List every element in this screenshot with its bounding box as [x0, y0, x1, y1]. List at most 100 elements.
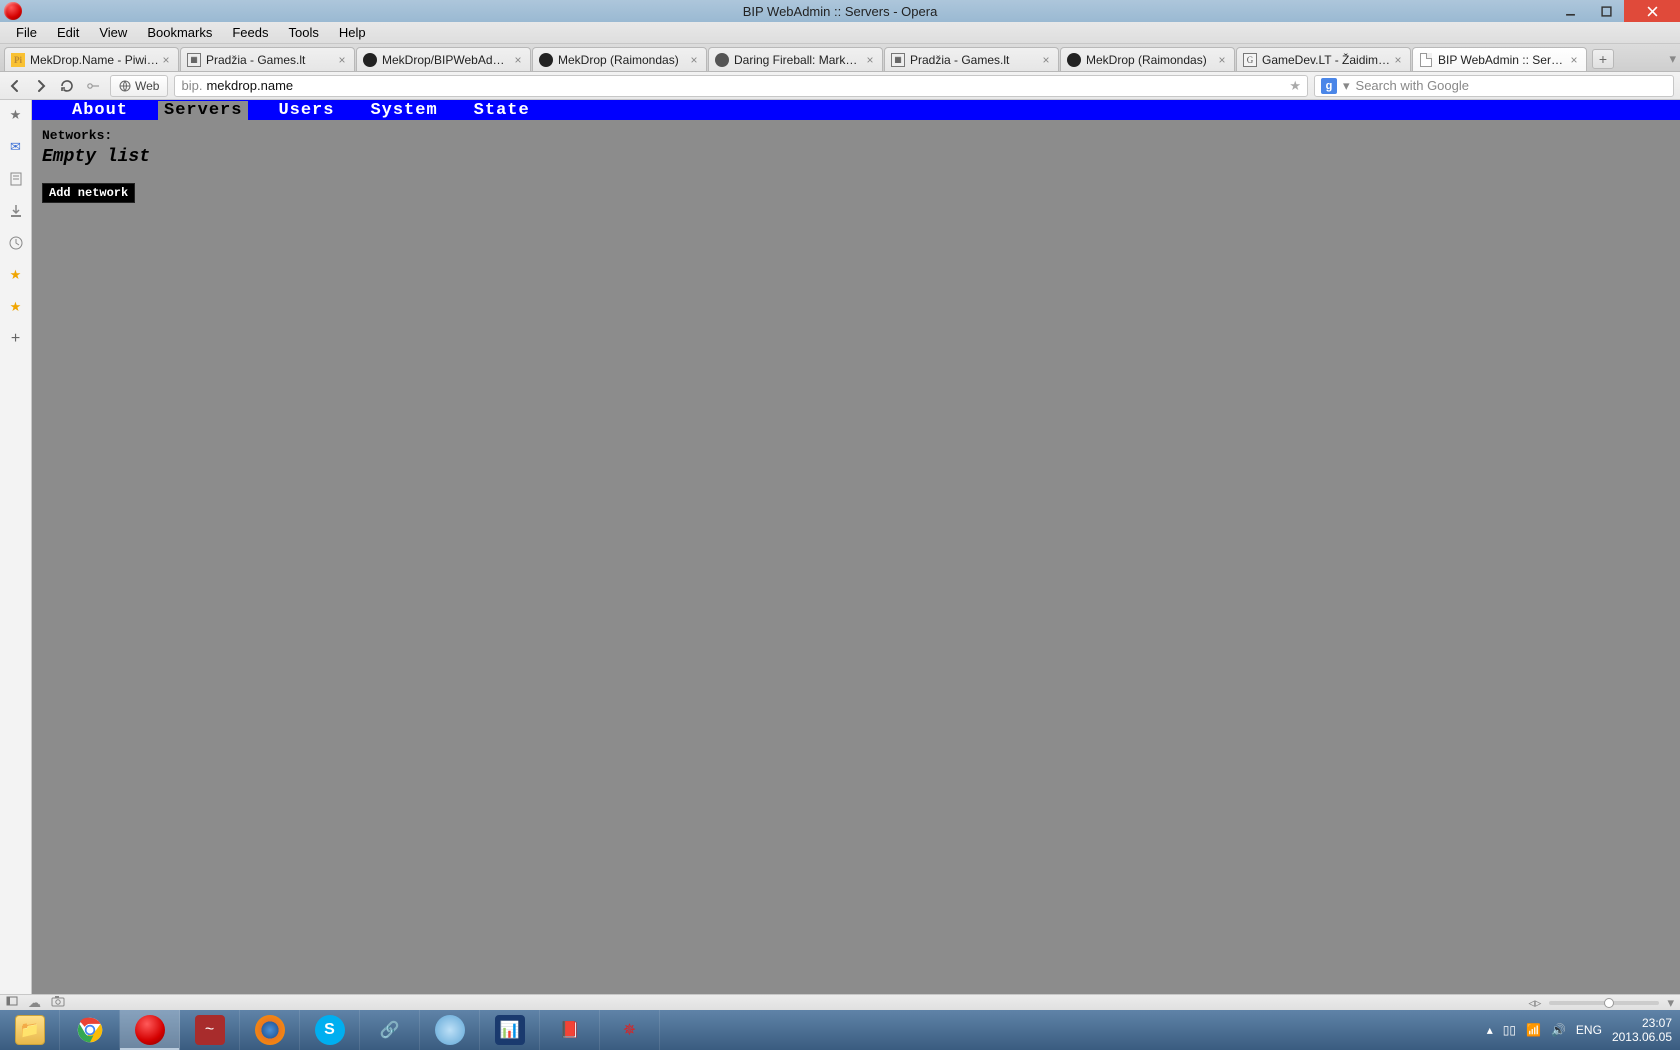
- task-opera[interactable]: [120, 1010, 180, 1050]
- menu-file[interactable]: File: [6, 23, 47, 42]
- tray-network-icon[interactable]: 📶: [1526, 1023, 1541, 1037]
- task-app4[interactable]: 📕: [540, 1010, 600, 1050]
- menu-feeds[interactable]: Feeds: [222, 23, 278, 42]
- panel-add-icon[interactable]: +: [7, 330, 25, 348]
- daringfireball-favicon-icon: [715, 53, 729, 67]
- window-maximize-button[interactable]: [1588, 0, 1624, 22]
- tab-gameslt-2[interactable]: ▦ Pradžia - Games.lt ×: [884, 47, 1059, 71]
- zoom-dropdown-icon[interactable]: ▾: [1667, 995, 1674, 1011]
- github-favicon-icon: [539, 53, 553, 67]
- tray-clock[interactable]: 23:07 2013.06.05: [1612, 1016, 1672, 1044]
- tabstrip: Pi MekDrop.Name - Piwik... × ▦ Pradžia -…: [0, 44, 1680, 72]
- task-firefox[interactable]: [240, 1010, 300, 1050]
- address-input[interactable]: bip. mekdrop.name ★: [174, 75, 1308, 97]
- new-tab-button[interactable]: +: [1592, 49, 1614, 69]
- tab-close-icon[interactable]: ×: [336, 54, 348, 66]
- back-button[interactable]: [6, 77, 24, 95]
- menu-help[interactable]: Help: [329, 23, 376, 42]
- bookmark-star-icon[interactable]: ★: [1289, 78, 1301, 94]
- panel-mail-icon[interactable]: ✉: [7, 138, 25, 156]
- panels-toggle-icon[interactable]: [6, 995, 18, 1010]
- tab-label: BIP WebAdmin :: Servers: [1438, 53, 1568, 67]
- window-title: BIP WebAdmin :: Servers - Opera: [743, 4, 938, 19]
- tab-close-icon[interactable]: ×: [1040, 54, 1052, 66]
- tray-volume-icon[interactable]: 🔊: [1551, 1023, 1566, 1037]
- menu-bookmarks[interactable]: Bookmarks: [137, 23, 222, 42]
- tray-overflow-icon[interactable]: ▴: [1487, 1023, 1493, 1037]
- tray-language[interactable]: ENG: [1576, 1023, 1602, 1037]
- google-engine-icon[interactable]: g: [1321, 78, 1337, 94]
- tray-flag-icon[interactable]: ▯▯: [1503, 1023, 1516, 1037]
- reload-button[interactable]: [58, 77, 76, 95]
- tab-piwik[interactable]: Pi MekDrop.Name - Piwik... ×: [4, 47, 179, 71]
- github-favicon-icon: [1067, 53, 1081, 67]
- gameslt-favicon-icon: ▦: [187, 53, 201, 67]
- tab-close-icon[interactable]: ×: [1392, 54, 1404, 66]
- task-app5[interactable]: ✵: [600, 1010, 660, 1050]
- camera-icon[interactable]: [51, 995, 65, 1010]
- site-info-label: Web: [135, 79, 159, 93]
- tab-close-icon[interactable]: ×: [1216, 54, 1228, 66]
- webpage: About Servers Users System State Network…: [32, 100, 1680, 1000]
- tab-close-icon[interactable]: ×: [512, 54, 524, 66]
- bip-nav-state[interactable]: State: [468, 101, 536, 120]
- system-tray: ▴ ▯▯ 📶 🔊 ENG 23:07 2013.06.05: [1479, 1010, 1680, 1050]
- menu-view[interactable]: View: [89, 23, 137, 42]
- tab-label: MekDrop (Raimondas): [1086, 53, 1216, 67]
- tab-gameslt-1[interactable]: ▦ Pradžia - Games.lt ×: [180, 47, 355, 71]
- tab-github-repo[interactable]: MekDrop/BIPWebAdm... ×: [356, 47, 531, 71]
- globe-icon: [119, 80, 131, 92]
- zoom-slider[interactable]: [1549, 1001, 1659, 1005]
- site-info-button[interactable]: Web: [110, 75, 168, 97]
- task-app3[interactable]: 📊: [480, 1010, 540, 1050]
- task-explorer[interactable]: 📁: [0, 1010, 60, 1050]
- zoom-thumb-icon[interactable]: [1604, 998, 1614, 1008]
- bip-nav-system[interactable]: System: [364, 101, 443, 120]
- task-terminal[interactable]: ~: [180, 1010, 240, 1050]
- menu-edit[interactable]: Edit: [47, 23, 89, 42]
- tray-time: 23:07: [1612, 1016, 1672, 1030]
- url-host: mekdrop.name: [206, 78, 293, 93]
- bip-nav-users[interactable]: Users: [272, 101, 340, 120]
- forward-button[interactable]: [32, 77, 50, 95]
- bip-nav-servers[interactable]: Servers: [158, 101, 248, 120]
- window-minimize-button[interactable]: [1552, 0, 1588, 22]
- add-network-button[interactable]: Add network: [42, 183, 135, 203]
- tab-close-icon[interactable]: ×: [160, 54, 172, 66]
- tab-daringfireball[interactable]: Daring Fireball: Markdo... ×: [708, 47, 883, 71]
- browser-statusbar: ☁ ◃▹ ▾: [0, 994, 1680, 1010]
- tab-close-icon[interactable]: ×: [688, 54, 700, 66]
- window-close-button[interactable]: [1624, 0, 1680, 22]
- tab-overflow-icon[interactable]: ▾: [1669, 51, 1676, 67]
- tab-github-profile-1[interactable]: MekDrop (Raimondas) ×: [532, 47, 707, 71]
- tab-label: MekDrop.Name - Piwik...: [30, 53, 160, 67]
- page-favicon-icon: [1419, 53, 1433, 67]
- tab-github-profile-2[interactable]: MekDrop (Raimondas) ×: [1060, 47, 1235, 71]
- panel-star2-icon[interactable]: ★: [7, 298, 25, 316]
- empty-list-text: Empty list: [42, 147, 1670, 167]
- tab-close-icon[interactable]: ×: [864, 54, 876, 66]
- bip-nav-about[interactable]: About: [66, 101, 134, 120]
- task-skype[interactable]: S: [300, 1010, 360, 1050]
- tab-close-icon[interactable]: ×: [1568, 54, 1580, 66]
- panel-downloads-icon[interactable]: [7, 202, 25, 220]
- panel-bookmarks-icon[interactable]: ★: [7, 106, 25, 124]
- tray-date: 2013.06.05: [1612, 1030, 1672, 1044]
- task-app1[interactable]: 🔗: [360, 1010, 420, 1050]
- task-chrome[interactable]: [60, 1010, 120, 1050]
- url-prefix: bip.: [181, 78, 202, 93]
- bip-navbar: About Servers Users System State: [32, 100, 1680, 120]
- fit-width-icon[interactable]: ◃▹: [1528, 995, 1541, 1011]
- search-placeholder: Search with Google: [1356, 78, 1469, 93]
- sync-cloud-icon[interactable]: ☁: [28, 995, 41, 1011]
- panel-star1-icon[interactable]: ★: [7, 266, 25, 284]
- task-app2[interactable]: [420, 1010, 480, 1050]
- panel-notes-icon[interactable]: [7, 170, 25, 188]
- tab-bip-webadmin[interactable]: BIP WebAdmin :: Servers ×: [1412, 47, 1587, 71]
- wand-button[interactable]: [84, 77, 102, 95]
- menu-tools[interactable]: Tools: [278, 23, 328, 42]
- window-titlebar: BIP WebAdmin :: Servers - Opera: [0, 0, 1680, 22]
- tab-gamedev[interactable]: G GameDev.LT - Žaidimų... ×: [1236, 47, 1411, 71]
- search-input[interactable]: g ▾ Search with Google: [1314, 75, 1674, 97]
- panel-history-icon[interactable]: [7, 234, 25, 252]
